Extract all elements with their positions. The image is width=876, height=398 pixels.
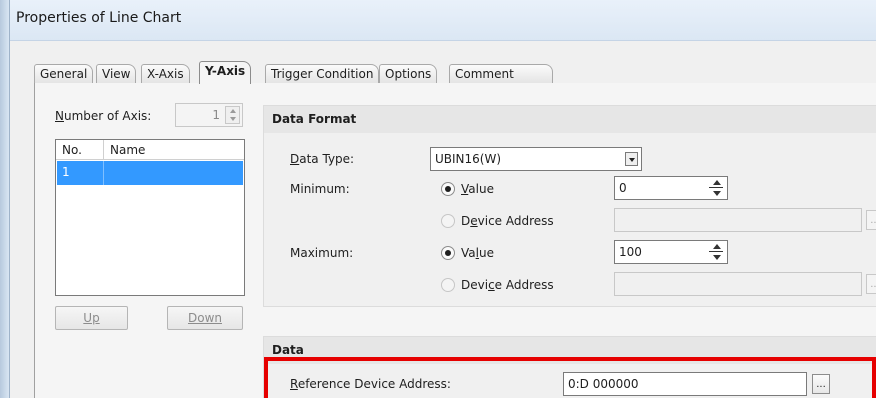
min-value-input[interactable]: 0 bbox=[614, 176, 728, 200]
min-value-text: 0 bbox=[619, 181, 627, 195]
data-format-group: Data Format Data Type: UBIN16(W) Minimum… bbox=[263, 105, 876, 307]
data-type-label: Data Type: bbox=[290, 152, 355, 166]
spinner-arrows-icon[interactable] bbox=[707, 179, 725, 197]
up-button[interactable]: Up bbox=[55, 306, 128, 330]
up-button-label: Up bbox=[83, 311, 100, 325]
reference-device-address-text: eference Device Address: bbox=[297, 377, 451, 391]
number-of-axis-label: Number of Axis: bbox=[55, 109, 152, 123]
reference-browse-button[interactable]: ... bbox=[812, 374, 830, 394]
tab-y-axis[interactable]: Y-Axis bbox=[199, 61, 252, 84]
tab-trigger-condition[interactable]: Trigger Condition bbox=[265, 64, 380, 84]
reference-device-address-label: Reference Device Address: bbox=[290, 377, 451, 391]
axis-list-header: No. Name bbox=[56, 140, 244, 160]
reference-device-address-value: 0:D 000000 bbox=[568, 377, 639, 391]
min-value-radio[interactable] bbox=[441, 182, 455, 196]
column-separator bbox=[103, 140, 104, 160]
list-item-no: 1 bbox=[62, 165, 70, 179]
column-no[interactable]: No. bbox=[62, 143, 82, 157]
maximum-label: Maximum: bbox=[290, 246, 354, 260]
title-bar[interactable]: Properties of Line Chart bbox=[10, 0, 876, 41]
down-button-label: Down bbox=[187, 311, 222, 325]
dialog-client: General View X-Axis Y-Axis Trigger Condi… bbox=[10, 41, 876, 398]
down-button[interactable]: Down bbox=[167, 306, 243, 330]
data-type-label-text: ata Type: bbox=[299, 152, 355, 166]
max-value-text: 100 bbox=[619, 245, 642, 259]
data-type-combo[interactable]: UBIN16(W) bbox=[430, 147, 642, 171]
max-device-option-text: e Address bbox=[494, 278, 554, 292]
tab-options[interactable]: Options bbox=[379, 64, 438, 84]
tab-general[interactable]: General bbox=[34, 64, 94, 84]
y-axis-panel: Number of Axis: 1 No. Name 1 Up Down Dat… bbox=[34, 83, 876, 398]
tab-comment[interactable]: Comment bbox=[449, 64, 553, 84]
max-value-option: Value bbox=[461, 246, 494, 260]
number-of-axis-spinner[interactable]: 1 bbox=[175, 103, 243, 127]
min-device-input[interactable] bbox=[614, 208, 862, 232]
column-separator bbox=[103, 161, 104, 185]
ellipsis-icon: ... bbox=[816, 379, 826, 390]
list-item[interactable]: 1 bbox=[57, 161, 243, 185]
min-device-option: Device Address bbox=[461, 214, 554, 228]
min-device-radio[interactable] bbox=[441, 214, 455, 228]
reference-device-address-input[interactable]: 0:D 000000 bbox=[563, 372, 807, 396]
minimum-label: Minimum: bbox=[290, 182, 350, 196]
number-of-axis-text: umber of Axis: bbox=[63, 109, 152, 123]
tab-strip: General View X-Axis Y-Axis Trigger Condi… bbox=[34, 61, 876, 84]
data-heading: Data bbox=[264, 337, 876, 364]
spinner-arrows-icon[interactable] bbox=[707, 243, 725, 261]
data-group: Data Reference Device Address: 0:D 00000… bbox=[263, 336, 876, 398]
window-title: Properties of Line Chart bbox=[16, 10, 182, 26]
max-device-input[interactable] bbox=[614, 272, 862, 296]
min-value-option: Value bbox=[461, 182, 494, 196]
axis-list[interactable]: No. Name 1 bbox=[55, 139, 245, 296]
max-device-option: Device Address bbox=[461, 278, 554, 292]
max-value-input[interactable]: 100 bbox=[614, 240, 728, 264]
min-value-option-text: alue bbox=[468, 182, 494, 196]
window-frame bbox=[0, 0, 10, 398]
ellipsis-icon: ... bbox=[870, 279, 876, 290]
tab-x-axis[interactable]: X-Axis bbox=[141, 64, 190, 84]
max-device-browse-button[interactable]: ... bbox=[866, 274, 876, 294]
data-format-heading: Data Format bbox=[264, 106, 876, 133]
max-device-radio[interactable] bbox=[441, 278, 455, 292]
spinner-arrows-icon[interactable] bbox=[225, 106, 240, 124]
column-name[interactable]: Name bbox=[110, 143, 145, 157]
chevron-down-icon[interactable] bbox=[625, 152, 638, 166]
ellipsis-icon: ... bbox=[870, 215, 876, 226]
min-device-option-text: vice Address bbox=[477, 214, 554, 228]
max-value-option-text: ue bbox=[478, 246, 494, 260]
min-device-browse-button[interactable]: ... bbox=[866, 210, 876, 230]
tab-view[interactable]: View bbox=[96, 64, 137, 84]
max-value-radio[interactable] bbox=[441, 246, 455, 260]
data-type-value: UBIN16(W) bbox=[435, 152, 502, 166]
number-of-axis-value: 1 bbox=[212, 108, 220, 122]
